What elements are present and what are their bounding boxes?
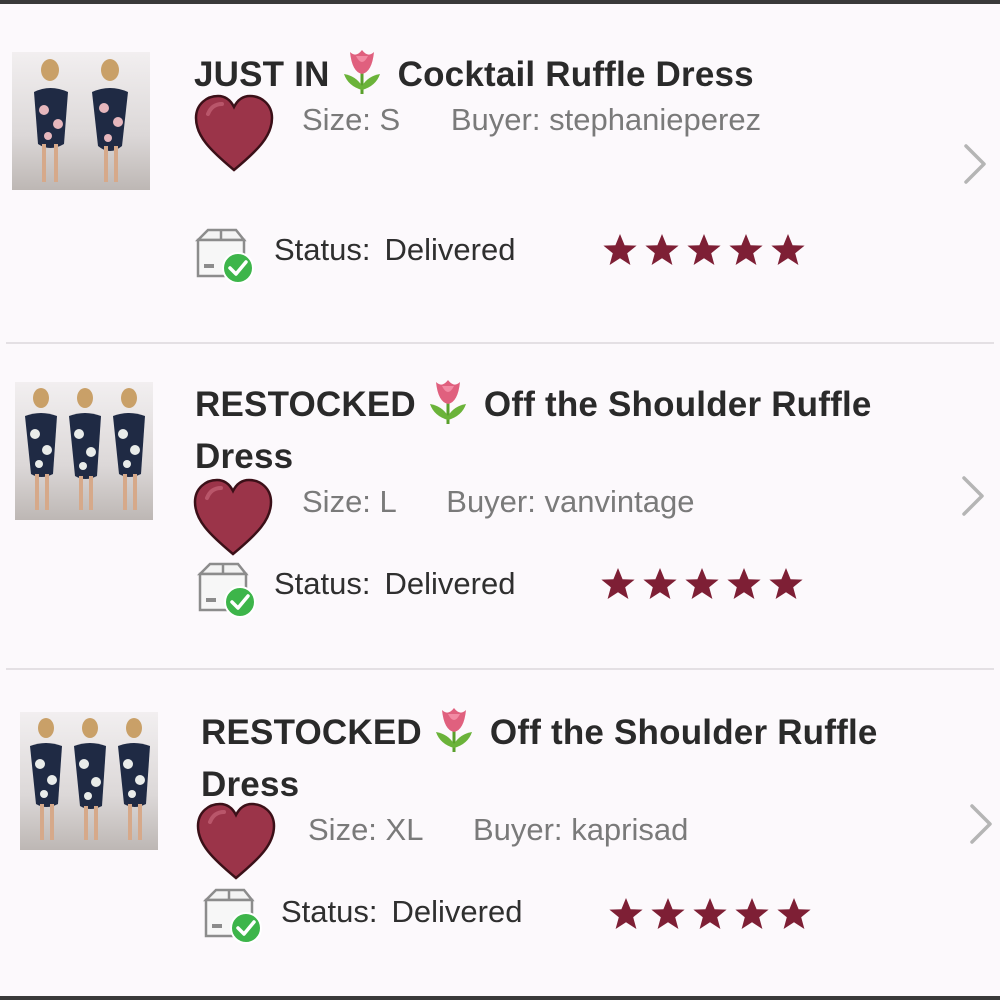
delivered-box-icon (202, 888, 262, 944)
sold-orders-list: JUST IN Cocktail Ruffle Dress Size: S Bu… (0, 0, 1000, 1000)
status-value: Delivered (391, 894, 523, 929)
order-status: Status: Delivered (274, 232, 515, 268)
listing-title[interactable]: RESTOCKED Off the Shoulder Ruffle Dress (195, 376, 955, 483)
order-status: Status: Delivered (274, 566, 515, 602)
buyer-value[interactable]: vanvintage (545, 484, 695, 519)
dress-models-image (25, 388, 145, 510)
product-thumbnail[interactable] (12, 52, 150, 190)
heart-icon[interactable] (191, 476, 275, 560)
heart-icon[interactable] (192, 92, 276, 176)
order-row[interactable]: RESTOCKED Off the Shoulder Ruffle Dress … (6, 668, 994, 994)
delivered-box-icon (196, 562, 256, 618)
delivered-box-icon (194, 228, 254, 284)
buyer-value[interactable]: stephanieperez (549, 102, 761, 137)
star-icon (609, 898, 643, 929)
status-label: Status: (274, 566, 371, 601)
size-label: Size: (302, 102, 371, 137)
status-label: Status: (274, 232, 371, 267)
chevron-right-icon[interactable] (958, 474, 988, 518)
tulip-icon (435, 708, 472, 752)
star-icon (769, 568, 803, 599)
listing-title[interactable]: RESTOCKED Off the Shoulder Ruffle Dress (201, 704, 961, 811)
rating-stars (600, 566, 804, 602)
buyer-value[interactable]: kaprisad (571, 812, 688, 847)
tulip-icon (429, 380, 466, 424)
order-meta: Size: XL Buyer: kaprisad (308, 812, 688, 848)
rating-stars (608, 896, 812, 932)
star-icon (645, 234, 679, 265)
star-icon (735, 898, 769, 929)
buyer-label: Buyer: (472, 812, 563, 847)
size-value: L (379, 484, 396, 519)
rating-stars (602, 232, 806, 268)
order-row[interactable]: RESTOCKED Off the Shoulder Ruffle Dress … (6, 342, 994, 668)
buyer-label: Buyer: (450, 102, 541, 137)
order-meta: Size: S Buyer: stephanieperez (302, 102, 761, 138)
star-icon (685, 568, 719, 599)
tulip-icon (343, 50, 380, 94)
star-icon (729, 234, 763, 265)
heart-icon[interactable] (194, 800, 278, 884)
star-icon (727, 568, 761, 599)
order-meta: Size: L Buyer: vanvintage (302, 484, 694, 520)
status-value: Delivered (384, 232, 516, 267)
dress-models-image (30, 718, 150, 840)
size-label: Size: (302, 484, 371, 519)
buyer-label: Buyer: (446, 484, 536, 519)
chevron-right-icon[interactable] (960, 142, 990, 186)
star-icon (603, 234, 637, 265)
dress-models-image (34, 59, 128, 182)
size-value: XL (385, 812, 423, 847)
chevron-right-icon[interactable] (966, 802, 996, 846)
listing-tag: JUST IN (194, 55, 330, 94)
product-thumbnail[interactable] (15, 382, 153, 520)
star-icon (601, 568, 635, 599)
order-row[interactable]: JUST IN Cocktail Ruffle Dress Size: S Bu… (6, 10, 994, 336)
order-status: Status: Delivered (281, 894, 522, 930)
star-icon (777, 898, 811, 929)
star-icon (771, 234, 805, 265)
listing-name: Cocktail Ruffle Dress (397, 55, 754, 94)
listing-tag: RESTOCKED (201, 713, 422, 752)
size-label: Size: (308, 812, 377, 847)
star-icon (693, 898, 727, 929)
star-icon (643, 568, 677, 599)
star-icon (651, 898, 685, 929)
status-value: Delivered (384, 566, 516, 601)
listing-title[interactable]: JUST IN Cocktail Ruffle Dress (194, 46, 954, 101)
status-label: Status: (281, 894, 378, 929)
star-icon (687, 234, 721, 265)
product-thumbnail[interactable] (20, 712, 158, 850)
size-value: S (379, 102, 401, 137)
listing-tag: RESTOCKED (195, 385, 416, 424)
